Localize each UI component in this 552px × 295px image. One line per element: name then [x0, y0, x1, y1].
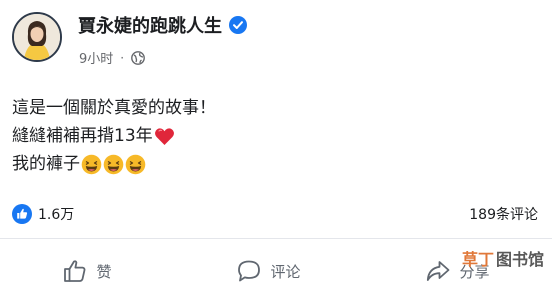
globe-icon[interactable]: [131, 50, 146, 65]
reaction-count: 1.6万: [38, 207, 75, 223]
post-stats: 1.6万 189条评论: [12, 204, 538, 224]
post-text-line: 我的褲子: [12, 154, 80, 174]
verified-badge-icon: [229, 16, 247, 34]
post-timestamp[interactable]: 9小时: [79, 48, 113, 67]
thumbs-up-icon: [62, 258, 88, 284]
share-arrow-icon: [425, 258, 451, 284]
watermark-brand: 草丁: [461, 250, 494, 269]
red-heart-emoji-icon: [154, 126, 175, 147]
like-button[interactable]: 赞: [62, 258, 112, 284]
post-line-2: 縫縫補補再揹13年: [12, 122, 216, 150]
laughing-emoji-icon: [103, 154, 124, 175]
post-line-1: 這是一個關於真愛的故事！: [12, 94, 216, 122]
laughing-emoji-icon: [125, 154, 146, 175]
author-avatar[interactable]: [12, 12, 62, 62]
comment-count-link[interactable]: 189条评论: [469, 204, 538, 224]
post-text-line: 縫縫補補再揹13年: [12, 126, 153, 146]
post-author[interactable]: 賈永婕的跑跳人生: [78, 12, 247, 38]
post-text-line: 這是一個關於真愛的故事！: [12, 98, 216, 118]
post-line-3: 我的褲子: [12, 150, 216, 178]
comment-bubble-icon: [236, 258, 262, 284]
watermark-text: 图书馆: [495, 250, 544, 269]
post-meta: 9小时 ·: [79, 48, 146, 67]
post-body: 這是一個關於真愛的故事！ 縫縫補補再揹13年 我的褲子: [12, 94, 216, 178]
reaction-summary[interactable]: 1.6万: [12, 204, 74, 224]
meta-separator: ·: [120, 50, 125, 65]
site-watermark: 草丁 图书馆: [462, 246, 544, 270]
action-divider: [0, 238, 552, 239]
author-name[interactable]: 賈永婕的跑跳人生: [78, 12, 222, 38]
like-label: 赞: [96, 262, 112, 281]
comment-button[interactable]: 评论: [236, 258, 301, 284]
laughing-emoji-icon: [81, 154, 102, 175]
thumbs-up-reaction-icon: [12, 204, 32, 224]
comment-label: 评论: [270, 262, 301, 281]
